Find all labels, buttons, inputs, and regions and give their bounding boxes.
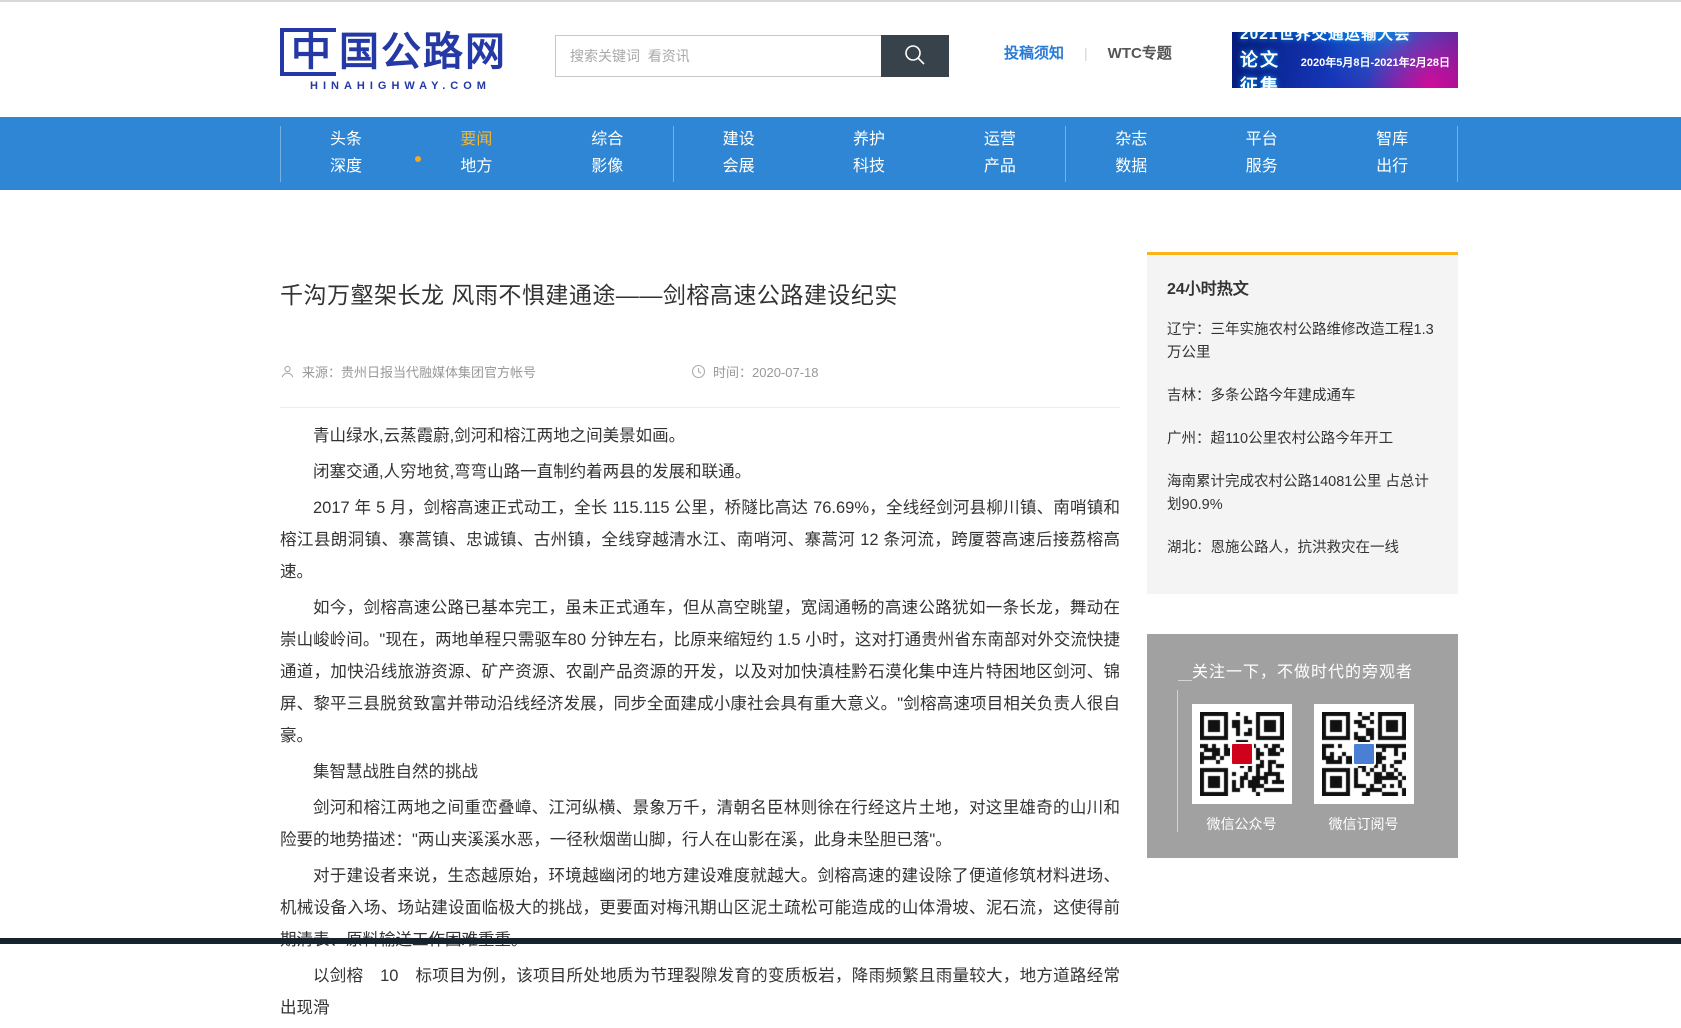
paragraph: 闭塞交通,人穷地贫,弯弯山路一直制约着两县的发展和联通。 xyxy=(280,456,1120,488)
nav-item-difang[interactable]: 地方 xyxy=(411,158,542,176)
paragraph: 如今，剑榕高速公路已基本完工，虽未正式通车，但从高空眺望，宽阔通畅的高速公路犹如… xyxy=(280,592,1120,752)
search-icon xyxy=(902,42,928,71)
logo-subtitle: HINAHIGHWAY.COM xyxy=(310,80,507,92)
nav-column-1: 要闻 地方 xyxy=(411,126,542,182)
nav-item-yaowen-active[interactable]: 要闻 xyxy=(411,131,542,149)
qr-label: 微信公众号 xyxy=(1207,814,1277,834)
nav-column-4: 养护 科技 xyxy=(804,126,935,182)
nav-item-jianshe[interactable]: 建设 xyxy=(674,131,804,149)
hot-article-link[interactable]: 广州：超110公里农村公路今年开工 xyxy=(1167,428,1438,451)
paragraph: 集智慧战胜自然的挑战 xyxy=(280,756,1120,788)
nav-column-7: 平台 服务 xyxy=(1196,126,1327,182)
search-input[interactable] xyxy=(555,35,881,77)
nav-item-fuwu[interactable]: 服务 xyxy=(1196,158,1327,176)
nav-column-5: 运营 产品 xyxy=(934,126,1065,182)
nav-item-shuju[interactable]: 数据 xyxy=(1066,158,1196,176)
article-source: 来源：贵州日报当代融媒体集团官方帐号 xyxy=(280,362,536,381)
article-meta: 来源：贵州日报当代融媒体集团官方帐号 时间：2020-07-18 xyxy=(280,362,1120,381)
banner-line1: 2021世界交通运输大会 xyxy=(1240,32,1450,44)
header-links: 投稿须知 | WTC专题 xyxy=(1004,42,1172,63)
logo-rest: 国公路网 xyxy=(339,29,507,75)
nav-column-0: 头条 深度 xyxy=(280,126,411,182)
nav-item-shendu[interactable]: 深度 xyxy=(281,158,411,176)
submission-notice-link[interactable]: 投稿须知 xyxy=(1004,42,1064,63)
nav-item-yanghu[interactable]: 养护 xyxy=(804,131,935,149)
paragraph: 2017 年 5 月，剑榕高速正式动工，全长 115.115 公里，桥隧比高达 … xyxy=(280,492,1120,588)
nav-item-yingxiang[interactable]: 影像 xyxy=(542,158,673,176)
nav-item-zazhi[interactable]: 杂志 xyxy=(1066,131,1196,149)
nav-column-3: 建设 会展 xyxy=(673,126,804,182)
hot-article-link[interactable]: 海南累计完成农村公路14081公里 占总计划90.9% xyxy=(1167,471,1438,517)
link-separator: | xyxy=(1084,45,1088,61)
paragraph: 以剑榕 10 标项目为例，该项目所处地质为节理裂隙发育的变质板岩，降雨频繁且雨量… xyxy=(280,960,1120,1024)
clock-icon xyxy=(691,364,706,379)
site-logo[interactable]: 中国公路网 HINAHIGHWAY.COM xyxy=(280,28,507,92)
banner-line2-label: 论文征集 xyxy=(1240,46,1295,88)
nav-column-8: 智库 出行 xyxy=(1327,126,1458,182)
hot-article-link[interactable]: 湖北：恩施公路人，抗洪救灾在一线 xyxy=(1167,537,1438,560)
nav-item-yunying[interactable]: 运营 xyxy=(934,131,1065,149)
nav-item-chuxing[interactable]: 出行 xyxy=(1327,158,1457,176)
hot-article-link[interactable]: 吉林：多条公路今年建成通车 xyxy=(1167,385,1438,408)
site-header: 中国公路网 HINAHIGHWAY.COM 投稿须知 | WTC专题 2021世… xyxy=(0,2,1681,117)
nav-item-zhiku[interactable]: 智库 xyxy=(1327,131,1457,149)
article: 千沟万壑架长龙 风雨不惧建通途——剑榕高速公路建设纪实 来源：贵州日报当代融媒体… xyxy=(280,252,1120,1028)
follow-panel-title: 关注一下，不做时代的旁观者 xyxy=(1147,658,1458,682)
hot-article-link[interactable]: 辽宁：三年实施农村公路维修改造工程1.3万公里 xyxy=(1167,319,1438,365)
nav-item-keji[interactable]: 科技 xyxy=(804,158,935,176)
qr-tile-public-account: 微信公众号 xyxy=(1192,704,1292,834)
logo-bracket-glyph: 中 xyxy=(280,28,336,76)
paragraph: 青山绿水,云蒸霞蔚,剑河和榕江两地之间美景如画。 xyxy=(280,420,1120,452)
user-icon xyxy=(280,364,295,379)
nav-item-huizhan[interactable]: 会展 xyxy=(674,158,804,176)
search-bar xyxy=(555,35,949,77)
paragraph: 剑河和榕江两地之间重峦叠嶂、江河纵横、景象万千，清朝名臣林则徐在行经这片土地，对… xyxy=(280,792,1120,856)
meta-divider xyxy=(280,407,1120,408)
search-button[interactable] xyxy=(881,35,949,77)
nav-item-zonghe[interactable]: 综合 xyxy=(542,131,673,149)
article-time: 时间：2020-07-18 xyxy=(691,362,819,381)
wechat-public-qr-code xyxy=(1192,704,1292,804)
nav-item-toutiao[interactable]: 头条 xyxy=(281,131,411,149)
qr-center-logo-blue xyxy=(1352,742,1376,766)
hot-articles-panel: 24小时热文 辽宁：三年实施农村公路维修改造工程1.3万公里 吉林：多条公路今年… xyxy=(1147,252,1458,594)
logo-text: 中国公路网 xyxy=(280,28,507,76)
qr-label: 微信订阅号 xyxy=(1329,814,1399,834)
article-body: 青山绿水,云蒸霞蔚,剑河和榕江两地之间美景如画。 闭塞交通,人穷地贫,弯弯山路一… xyxy=(280,420,1120,1024)
wechat-follow-panel: 关注一下，不做时代的旁观者 微信公众号 微信订阅号 xyxy=(1147,634,1458,858)
wtc-conference-banner[interactable]: 2021世界交通运输大会 论文征集 2020年5月8日-2021年2月28日 xyxy=(1232,32,1458,88)
qr-center-logo-red xyxy=(1230,742,1254,766)
bottom-footer-bar xyxy=(0,938,1681,944)
hot-articles-title: 24小时热文 xyxy=(1167,275,1438,299)
nav-column-2: 综合 影像 xyxy=(542,126,673,182)
corner-decoration-line xyxy=(1177,690,1178,832)
wechat-subscription-qr-code xyxy=(1314,704,1414,804)
qr-tile-subscription-account: 微信订阅号 xyxy=(1314,704,1414,834)
banner-dates: 2020年5月8日-2021年2月28日 xyxy=(1301,54,1450,70)
nav-item-chanpin[interactable]: 产品 xyxy=(934,158,1065,176)
article-title: 千沟万壑架长龙 风雨不惧建通途——剑榕高速公路建设纪实 xyxy=(280,276,1120,310)
wtc-topic-link[interactable]: WTC专题 xyxy=(1108,42,1172,63)
nav-item-pingtai[interactable]: 平台 xyxy=(1196,131,1327,149)
sidebar: 24小时热文 辽宁：三年实施农村公路维修改造工程1.3万公里 吉林：多条公路今年… xyxy=(1147,252,1458,1028)
main-nav: 头条 深度 要闻 地方 综合 影像 建设 会展 养护 科技 运营 产品 xyxy=(0,117,1681,190)
nav-column-6: 杂志 数据 xyxy=(1065,126,1196,182)
